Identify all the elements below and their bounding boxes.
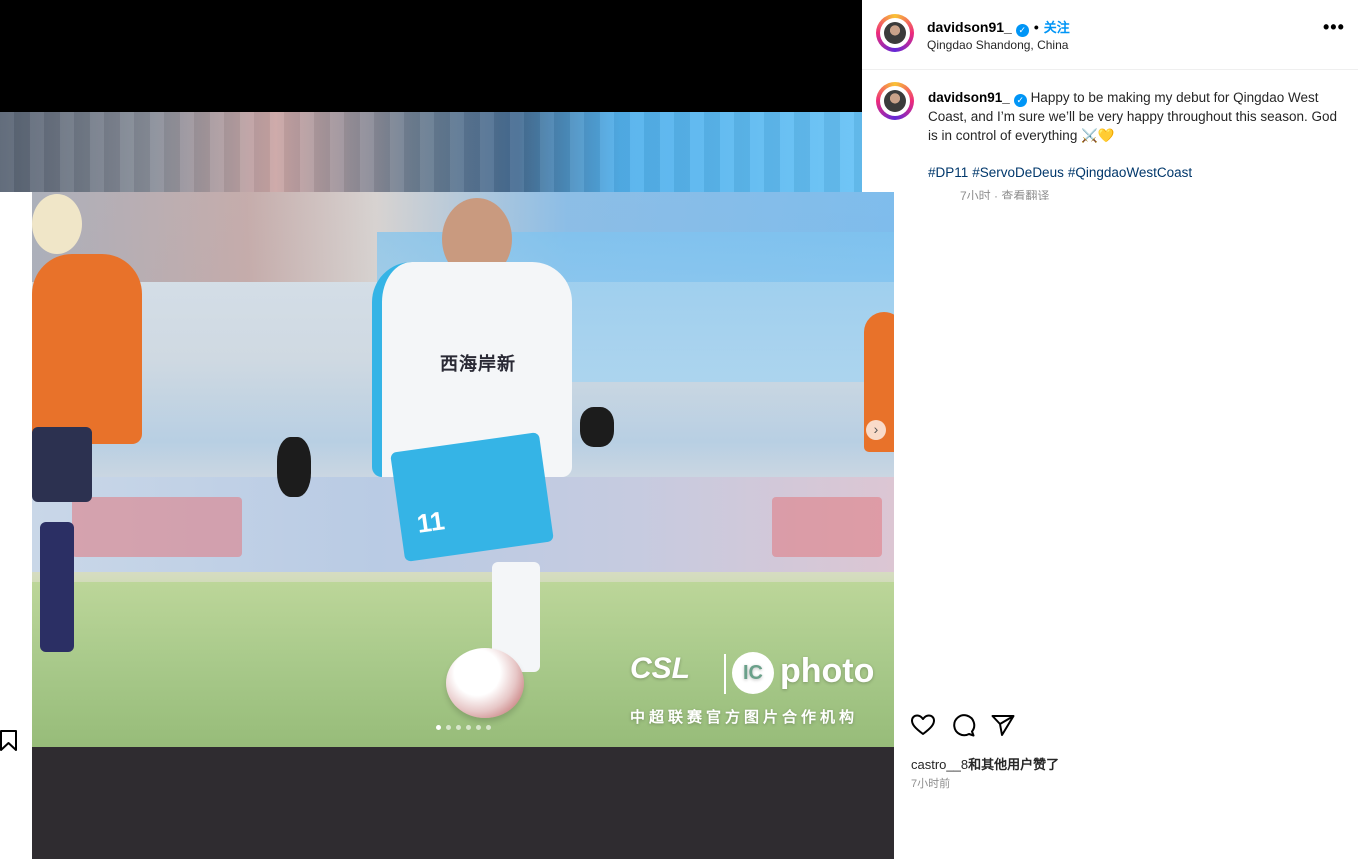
- opponent-shorts: [32, 427, 92, 502]
- author-avatar[interactable]: [876, 14, 914, 52]
- post-location[interactable]: Qingdao Shandong, China: [927, 38, 1068, 52]
- opponent-sock: [40, 522, 74, 652]
- left-gutter: [0, 192, 32, 859]
- follow-button[interactable]: 关注: [1044, 20, 1070, 35]
- post-time[interactable]: 7小时前: [911, 775, 950, 791]
- player-glove: [580, 407, 614, 447]
- comment-icon[interactable]: [950, 712, 976, 738]
- football: [446, 648, 524, 718]
- ad-board-panel: [72, 497, 242, 557]
- carousel-dot: [456, 725, 461, 730]
- header-divider: [862, 69, 1358, 70]
- media-background-blur: [0, 112, 862, 192]
- post-photo[interactable]: 西海岸新 11 CSL IC photo 中超联赛官方图片合作机构 ›: [32, 192, 894, 747]
- caption-avatar[interactable]: [876, 82, 914, 120]
- verified-badge-icon: ✓: [1013, 94, 1027, 107]
- post-header: davidson91_ ✓ • 关注: [927, 17, 1070, 37]
- liker-username[interactable]: castro__8: [911, 757, 968, 772]
- carousel-dot: [466, 725, 471, 730]
- ic-logo: IC: [732, 652, 774, 694]
- ad-board-panel: [772, 497, 882, 557]
- carousel-indicator: [436, 725, 491, 730]
- hashtag-link[interactable]: #DP11: [928, 165, 968, 180]
- likes-suffix[interactable]: 和其他用户赞了: [968, 757, 1059, 772]
- opponent-head: [32, 194, 82, 254]
- post-caption: davidson91_ ✓ Happy to be making my debut…: [928, 88, 1338, 145]
- more-options-icon[interactable]: •••: [1323, 18, 1345, 36]
- carousel-dot: [436, 725, 441, 730]
- watermark-caption: 中超联赛官方图片合作机构: [630, 708, 859, 726]
- media-bottom-letterbox: [32, 747, 894, 859]
- jersey-sponsor: 西海岸新: [440, 354, 516, 375]
- player-shorts: [390, 432, 554, 562]
- share-icon[interactable]: [990, 712, 1016, 738]
- photo-brand: photo: [780, 652, 875, 690]
- csl-logo: CSL: [630, 652, 690, 685]
- heart-icon[interactable]: [910, 712, 936, 738]
- carousel-dot: [486, 725, 491, 730]
- author-username[interactable]: davidson91_: [927, 19, 1012, 35]
- watermark-divider: [724, 654, 726, 694]
- bookmark-icon[interactable]: [0, 730, 20, 752]
- carousel-dot: [476, 725, 481, 730]
- separator-dot: •: [1033, 19, 1039, 35]
- likes-summary: castro__8和其他用户赞了: [911, 754, 1059, 773]
- carousel-dot: [446, 725, 451, 730]
- shirt-number: 11: [414, 505, 447, 539]
- verified-badge-icon: ✓: [1015, 24, 1029, 37]
- caption-meta: 7小时 · 查看翻译: [960, 189, 1050, 200]
- caption-username[interactable]: davidson91_: [928, 90, 1010, 105]
- player-glove: [277, 437, 311, 497]
- carousel-next-button[interactable]: ›: [866, 420, 886, 440]
- opponent-jersey: [32, 254, 142, 444]
- hashtag-link[interactable]: #ServoDeDeus: [972, 165, 1064, 180]
- caption-hashtags: #DP11 #ServoDeDeus #QingdaoWestCoast: [928, 165, 1196, 180]
- media-top-letterbox: [0, 0, 862, 112]
- hashtag-link[interactable]: #QingdaoWestCoast: [1068, 165, 1192, 180]
